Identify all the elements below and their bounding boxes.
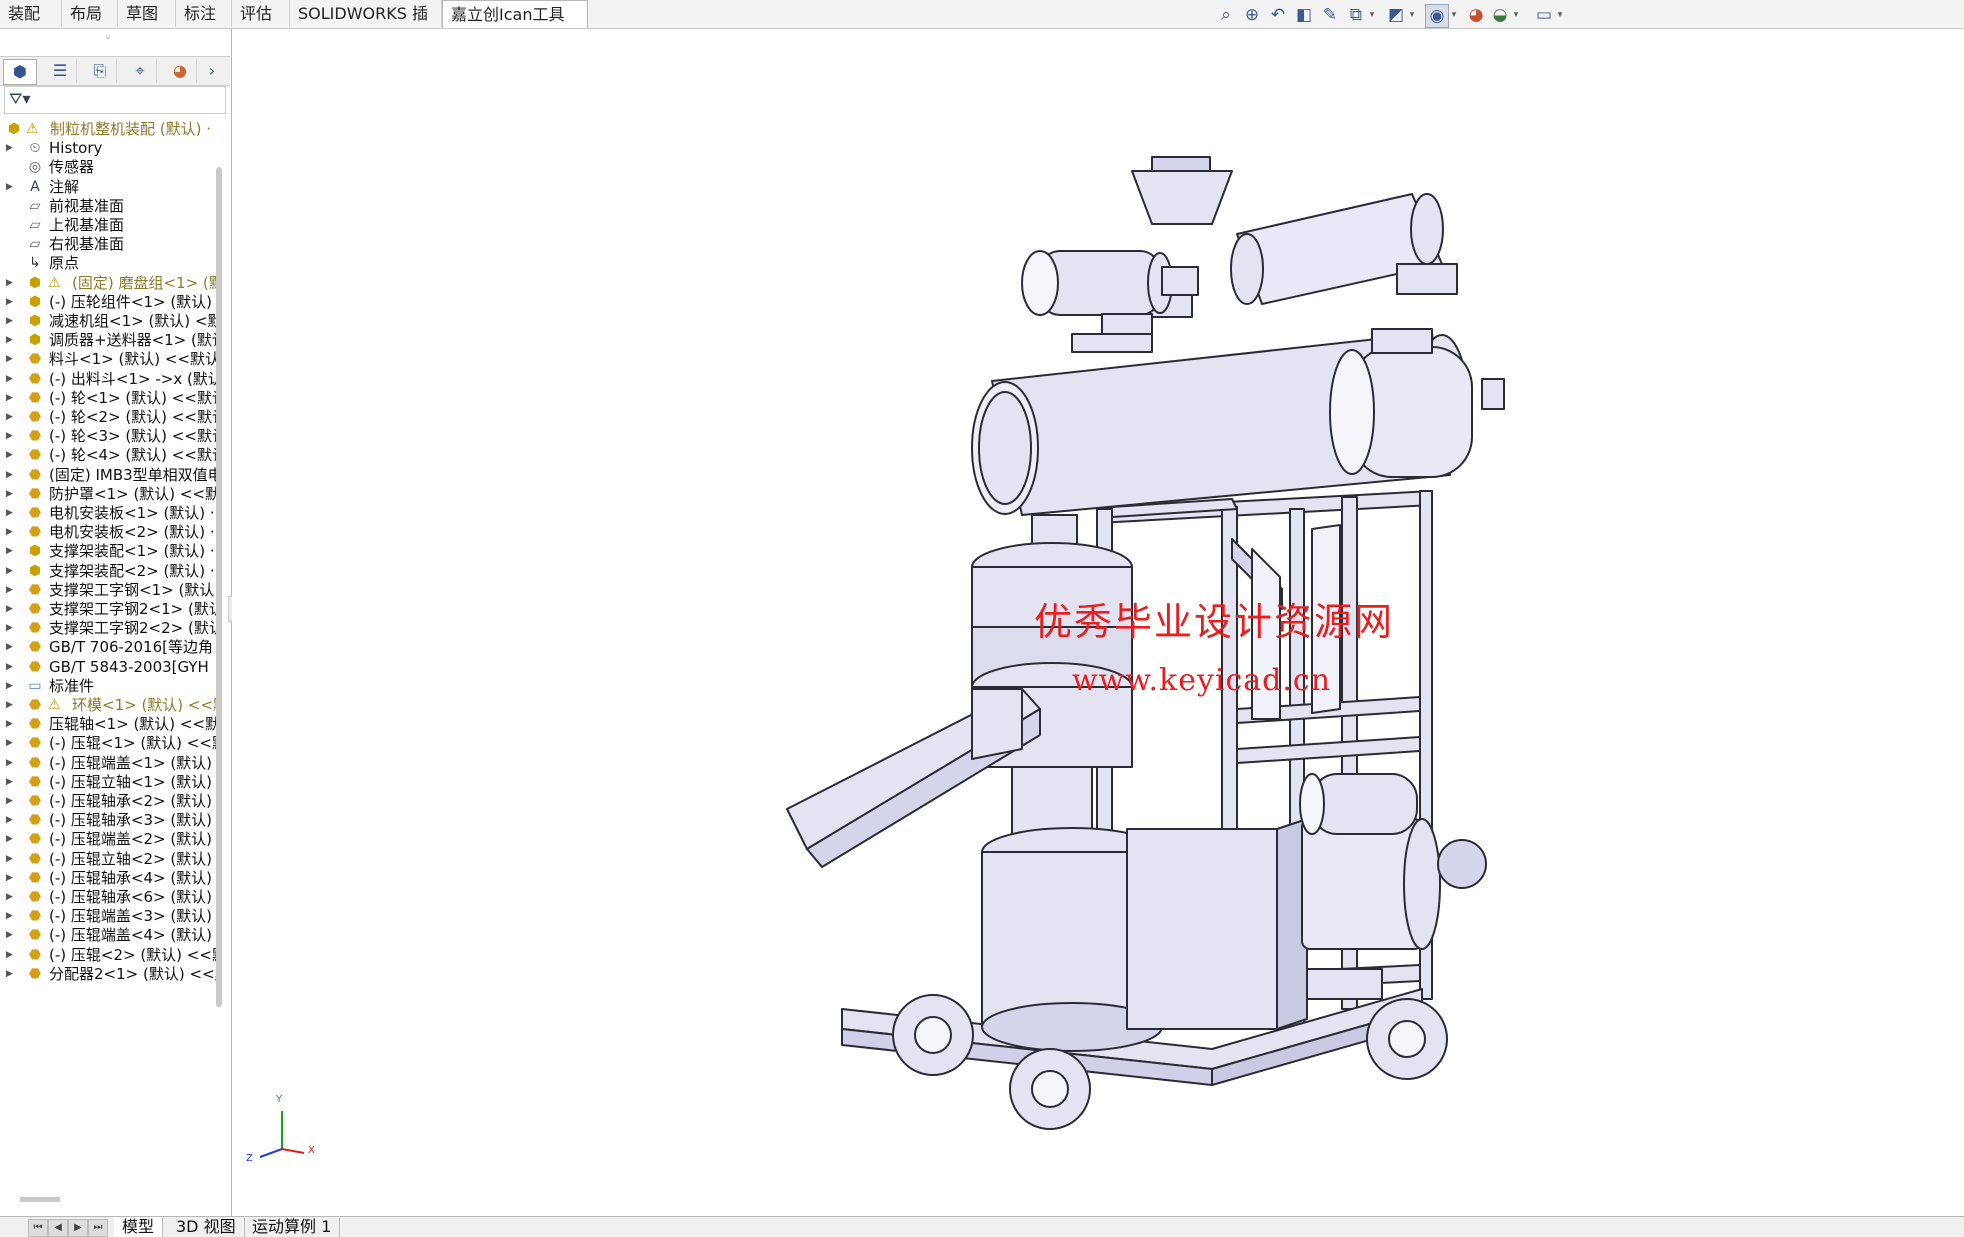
- hide-show-icon[interactable]: ◉: [1425, 4, 1449, 28]
- view-orientation-icon[interactable]: ⧉: [1345, 4, 1367, 26]
- zoom-area-icon[interactable]: ⊕: [1241, 4, 1263, 26]
- view-settings-dropdown-icon[interactable]: ▾: [1555, 4, 1565, 26]
- panel-more-chevron-icon[interactable]: ›: [200, 59, 224, 83]
- configurationmanager-icon[interactable]: ⎘: [84, 59, 117, 83]
- prev-tab-icon[interactable]: ◀: [48, 1219, 68, 1237]
- tree-horizontal-scrollbar[interactable]: [20, 1197, 60, 1202]
- triad-x-label: X: [308, 1145, 315, 1156]
- watermark-text: 优秀毕业设计资源网: [1034, 600, 1395, 644]
- tab-3d-view[interactable]: 3D 视图: [168, 1217, 245, 1237]
- expand-arrow-icon[interactable]: ▶: [6, 962, 13, 986]
- previous-view-icon[interactable]: ↶: [1267, 4, 1289, 26]
- display-style-dropdown-icon[interactable]: ▾: [1407, 4, 1417, 26]
- tree-item[interactable]: ▶ ⬣ 分配器2<1> (默认) <<默: [0, 962, 216, 986]
- tab-markup[interactable]: 标注: [176, 0, 232, 27]
- collapse-handle-icon[interactable]: ◦: [105, 33, 111, 44]
- featuremanager-icon[interactable]: ⬢: [3, 59, 37, 85]
- first-tab-icon[interactable]: ⏮: [28, 1219, 48, 1237]
- watermark-url: www.keyicad.cn: [1072, 663, 1332, 698]
- panel-tabs: ⬢ ☰ ⎘ ⌖ ◕ ›: [0, 56, 230, 86]
- apply-scene-icon[interactable]: ◒: [1489, 4, 1511, 26]
- triad-z-label: Z: [246, 1153, 253, 1164]
- feeder-cylinder: [971, 328, 1505, 516]
- tree-filter[interactable]: ⛛▾: [4, 86, 226, 114]
- display-style-icon[interactable]: ◩: [1385, 4, 1407, 26]
- last-tab-icon[interactable]: ⏭: [88, 1219, 108, 1237]
- tab-model[interactable]: 模型: [114, 1217, 164, 1237]
- filter-icon[interactable]: ⛛▾: [9, 89, 30, 109]
- dimxpert-icon[interactable]: ⌖: [124, 59, 157, 83]
- part-icon: ⬣: [28, 965, 42, 982]
- view-orientation-dropdown-icon[interactable]: ▾: [1367, 4, 1377, 26]
- orientation-triad: [259, 1111, 305, 1158]
- propertymanager-icon[interactable]: ☰: [44, 59, 77, 83]
- tree-item-label: 分配器2<1> (默认) <<默: [49, 964, 216, 983]
- tab-evaluate[interactable]: 评估: [232, 0, 290, 27]
- apply-scene-dropdown-icon[interactable]: ▾: [1511, 4, 1521, 26]
- edit-appearance-icon[interactable]: ◕: [1465, 4, 1487, 26]
- feature-tree: ⬢ ⚠ 制粒机整机装配 (默认) · ▶ ⏲ History ◎ 传感器 ▶ A 注解 ▱ 前视基准面 ▱…: [0, 117, 216, 1237]
- tab-solidworks-addins[interactable]: SOLIDWORKS 插件: [290, 0, 442, 50]
- graphics-area[interactable]: Y X Z 优秀毕业设计资源网 www.keyicad.cn: [232, 29, 1964, 1216]
- bottom-tab-bar: ⏮ ◀ ▶ ⏭ 模型 3D 视图 运动算例 1: [0, 1216, 1964, 1237]
- zoom-to-fit-icon[interactable]: ⌕: [1215, 4, 1237, 26]
- triad-y-label: Y: [276, 1094, 283, 1105]
- hide-show-dropdown-icon[interactable]: ▾: [1449, 4, 1459, 26]
- view-settings-icon[interactable]: ▭: [1533, 4, 1555, 26]
- command-manager-tabs: 装配体 布局 草图 标注 评估 SOLIDWORKS 插件 嘉立创Ican工具箱: [0, 0, 1964, 51]
- tab-layout[interactable]: 布局: [62, 0, 118, 27]
- appearance-icon[interactable]: ◕: [164, 59, 197, 83]
- tab-jlc-toolbox[interactable]: 嘉立创Ican工具箱: [442, 0, 588, 51]
- feature-manager-panel: ◦ ⬢ ☰ ⎘ ⌖ ◕ › ⛛▾ ⬢ ⚠ 制粒机整机装配 (默认) · ▶ ⏲ Histo…: [0, 29, 232, 1216]
- tree-vertical-scrollbar[interactable]: [216, 167, 222, 1007]
- dynamic-annotation-icon[interactable]: ✎: [1319, 4, 1341, 26]
- section-view-icon[interactable]: ◧: [1293, 4, 1315, 26]
- next-tab-icon[interactable]: ▶: [68, 1219, 88, 1237]
- tab-sketch[interactable]: 草图: [118, 0, 176, 27]
- tab-motion-study[interactable]: 运动算例 1: [244, 1217, 341, 1237]
- tab-assembly[interactable]: 装配体: [0, 0, 62, 50]
